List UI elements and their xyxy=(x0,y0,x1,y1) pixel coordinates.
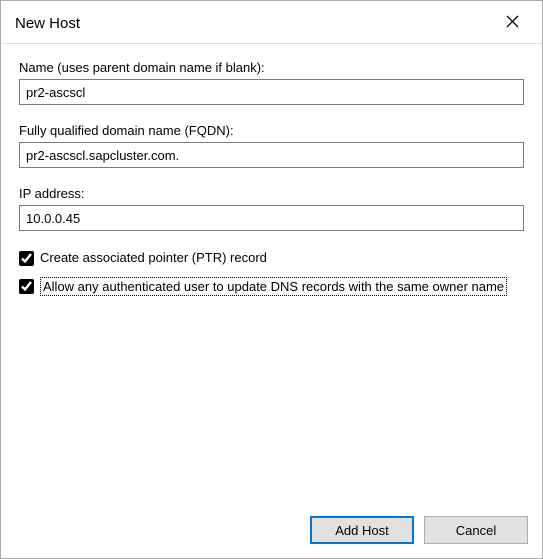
name-field-group: Name (uses parent domain name if blank): xyxy=(19,60,524,105)
fqdn-label: Fully qualified domain name (FQDN): xyxy=(19,123,524,138)
fqdn-field-group: Fully qualified domain name (FQDN): xyxy=(19,123,524,168)
ptr-checkbox[interactable] xyxy=(19,251,34,266)
ip-input[interactable] xyxy=(19,205,524,231)
close-button[interactable] xyxy=(492,9,532,37)
dialog-content: Name (uses parent domain name if blank):… xyxy=(1,44,542,506)
titlebar: New Host xyxy=(1,1,542,44)
allow-update-checkbox[interactable] xyxy=(19,279,34,294)
dialog-title: New Host xyxy=(15,15,80,32)
allow-update-checkbox-label[interactable]: Allow any authenticated user to update D… xyxy=(40,277,507,297)
name-label: Name (uses parent domain name if blank): xyxy=(19,60,524,75)
cancel-button[interactable]: Cancel xyxy=(424,516,528,544)
close-icon xyxy=(506,15,519,31)
ip-field-group: IP address: xyxy=(19,186,524,231)
ptr-checkbox-row: Create associated pointer (PTR) record xyxy=(19,249,524,267)
allow-update-checkbox-row: Allow any authenticated user to update D… xyxy=(19,277,524,297)
fqdn-input xyxy=(19,142,524,168)
button-bar: Add Host Cancel xyxy=(1,506,542,558)
add-host-button[interactable]: Add Host xyxy=(310,516,414,544)
name-input[interactable] xyxy=(19,79,524,105)
new-host-dialog: New Host Name (uses parent domain name i… xyxy=(0,0,543,559)
ptr-checkbox-label[interactable]: Create associated pointer (PTR) record xyxy=(40,249,267,267)
ip-label: IP address: xyxy=(19,186,524,201)
